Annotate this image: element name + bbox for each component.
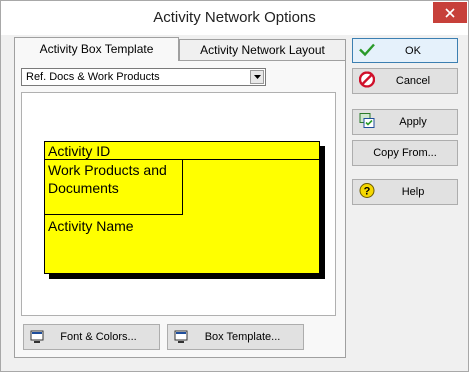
- tab-activity-box-template[interactable]: Activity Box Template: [14, 37, 179, 61]
- tab-activity-network-layout[interactable]: Activity Network Layout: [179, 39, 346, 60]
- box-template-label: Box Template...: [204, 331, 281, 343]
- activity-box-preview: Activity ID Work Products and Documents …: [21, 92, 336, 316]
- template-select[interactable]: Ref. Docs & Work Products: [21, 68, 266, 86]
- cancel-button[interactable]: Cancel: [352, 68, 458, 94]
- activity-id-field[interactable]: Activity ID: [45, 142, 319, 160]
- title-bar[interactable]: Activity Network Options: [1, 1, 468, 35]
- font-colors-button[interactable]: Font & Colors...: [23, 324, 160, 350]
- font-colors-label: Font & Colors...: [60, 331, 137, 343]
- activity-name-label[interactable]: Activity Name: [48, 218, 134, 234]
- help-button[interactable]: ? Help: [352, 179, 458, 205]
- monitor-icon: [174, 330, 188, 347]
- copy-from-button[interactable]: Copy From...: [352, 140, 458, 166]
- chevron-down-icon[interactable]: [250, 70, 264, 84]
- activity-box[interactable]: Activity ID Work Products and Documents …: [44, 141, 320, 274]
- box-template-button[interactable]: Box Template...: [167, 324, 304, 350]
- close-button[interactable]: [433, 2, 467, 23]
- activity-network-options-dialog: Activity Network Options Activity Box Te…: [0, 0, 469, 372]
- apply-button[interactable]: Apply: [352, 109, 458, 135]
- close-icon: [445, 7, 455, 18]
- ok-button[interactable]: OK: [352, 38, 458, 63]
- window-title: Activity Network Options: [153, 9, 316, 26]
- work-products-field[interactable]: Work Products and Documents: [45, 159, 183, 215]
- help-label: Help: [401, 186, 425, 198]
- copy-from-label: Copy From...: [373, 147, 437, 159]
- apply-label: Apply: [399, 116, 427, 128]
- monitor-icon: [30, 330, 44, 347]
- activity-id-label: Activity ID: [48, 143, 111, 159]
- template-select-value: Ref. Docs & Work Products: [26, 71, 160, 83]
- ok-label: OK: [405, 44, 421, 57]
- work-products-label: Work Products and Documents: [48, 162, 167, 196]
- cancel-label: Cancel: [395, 75, 431, 87]
